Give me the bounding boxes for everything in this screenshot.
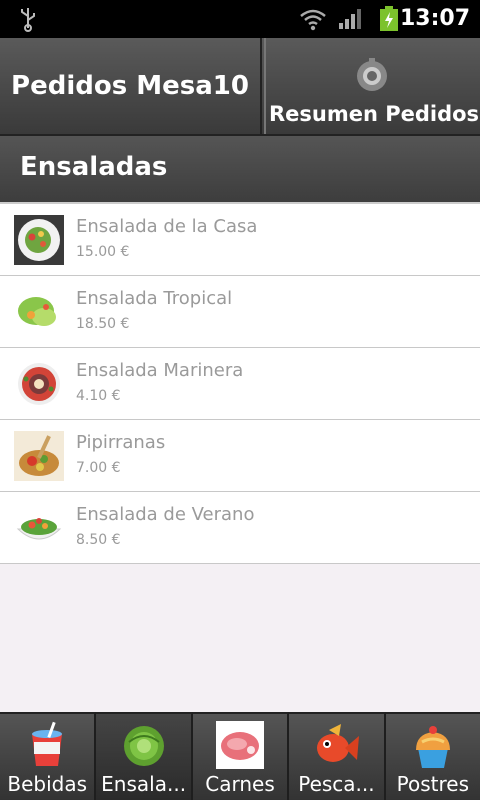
list-item[interactable]: Ensalada de Verano 8.50 € xyxy=(0,492,480,564)
tab-label: Pesca... xyxy=(298,772,375,796)
clock: 13:07 xyxy=(399,6,470,31)
cupcake-icon xyxy=(415,726,450,768)
summary-orders-label: Resumen Pedidos xyxy=(268,102,480,126)
tab-label: Bebidas xyxy=(7,772,88,796)
list-item[interactable]: Ensalada Tropical 18.50 € xyxy=(0,276,480,348)
list-item[interactable]: Ensalada Marinera 4.10 € xyxy=(0,348,480,420)
list-item[interactable]: Pipirranas 7.00 € xyxy=(0,420,480,492)
tab-carnes[interactable]: Carnes xyxy=(192,712,290,800)
seafood-salad-icon xyxy=(14,359,64,409)
meat-steak-icon xyxy=(216,721,265,769)
category-tab-bar: Bebidas Ensala... Carnes Pesca... Postre… xyxy=(0,712,480,800)
item-price: 18.50 € xyxy=(76,316,130,332)
fish-icon xyxy=(317,724,360,762)
signal-icon xyxy=(339,9,361,29)
summer-salad-icon xyxy=(14,503,64,553)
page-title-cell: Pedidos Mesa10 xyxy=(0,38,262,134)
tab-ensaladas[interactable]: Ensala... xyxy=(96,712,193,800)
item-price: 7.00 € xyxy=(76,460,121,476)
tab-label: Ensala... xyxy=(101,772,187,796)
category-section-header: Ensaladas xyxy=(0,134,480,202)
tropical-salad-icon xyxy=(14,287,64,337)
summary-orders-button[interactable]: Resumen Pedidos xyxy=(264,38,480,134)
battery-charging-icon xyxy=(380,6,398,31)
pipirrana-salad-icon xyxy=(14,431,64,481)
drink-cup-icon xyxy=(32,721,63,766)
list-item[interactable]: Ensalada de la Casa 15.00 € xyxy=(0,204,480,276)
tab-pescados[interactable]: Pesca... xyxy=(289,712,386,800)
page-title: Pedidos Mesa10 xyxy=(11,71,249,101)
item-name: Pipirranas xyxy=(76,432,166,453)
menu-item-list: Ensalada de la Casa 15.00 € Ensalada Tro… xyxy=(0,202,480,564)
settings-icon xyxy=(357,58,387,91)
app-header: Pedidos Mesa10 Resumen Pedidos xyxy=(0,38,480,134)
item-name: Ensalada de Verano xyxy=(76,504,255,525)
section-title: Ensaladas xyxy=(20,152,168,182)
item-price: 15.00 € xyxy=(76,244,130,260)
tab-postres[interactable]: Postres xyxy=(385,712,480,800)
item-name: Ensalada Marinera xyxy=(76,360,244,381)
item-name: Ensalada Tropical xyxy=(76,288,233,309)
salad-plate-icon xyxy=(14,215,64,265)
lettuce-icon xyxy=(123,726,164,766)
wifi-icon xyxy=(300,9,326,31)
item-price: 4.10 € xyxy=(76,388,121,404)
tab-label: Carnes xyxy=(205,772,275,796)
tab-label: Postres xyxy=(396,772,469,796)
usb-icon xyxy=(21,8,35,32)
status-bar: 13:07 xyxy=(0,0,480,38)
item-name: Ensalada de la Casa xyxy=(76,216,258,237)
tab-bebidas[interactable]: Bebidas xyxy=(0,712,97,800)
item-price: 8.50 € xyxy=(76,532,121,548)
